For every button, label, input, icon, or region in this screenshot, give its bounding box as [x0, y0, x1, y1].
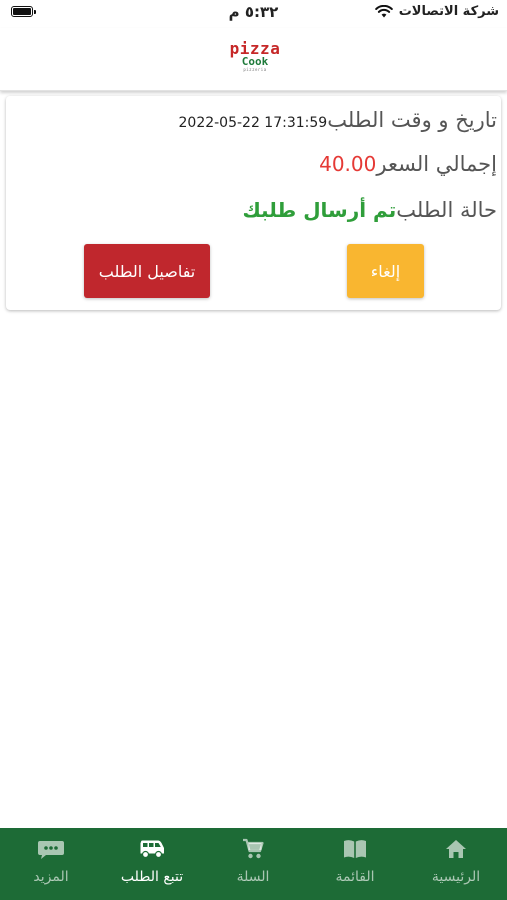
- order-date-row: تاريخ و وقت الطلب 2022-05-22 17:31:59: [179, 108, 498, 132]
- order-details-button[interactable]: تفاصيل الطلب: [84, 244, 210, 298]
- order-price-row: إجمالي السعر 40.00: [319, 152, 497, 176]
- tab-more-label: المزيد: [33, 869, 69, 885]
- carrier-group: شركة الاتصالات: [374, 4, 499, 19]
- tab-track-order[interactable]: تتبع الطلب: [102, 838, 202, 894]
- van-icon: [102, 838, 202, 860]
- bottom-tab-bar: الرئيسية القائمة السلة تتبع الطلب المزيد: [0, 828, 507, 900]
- pizza-cook-logo: pizza Cook pizzeria: [229, 41, 281, 77]
- order-price-label: إجمالي السعر: [376, 152, 497, 176]
- logo-tagline: pizzeria: [243, 67, 267, 72]
- order-status-label: حالة الطلب: [396, 198, 497, 222]
- cart-icon: [203, 838, 303, 860]
- book-icon: [305, 838, 405, 860]
- wifi-icon: [374, 5, 393, 18]
- order-date-label: تاريخ و وقت الطلب: [327, 108, 497, 132]
- tab-menu-label: القائمة: [335, 869, 375, 885]
- tab-more[interactable]: المزيد: [1, 838, 101, 894]
- order-price-value: 40.00: [319, 152, 377, 176]
- order-status-row: حالة الطلب تم أرسال طلبك: [242, 198, 497, 222]
- app-header: pizza Cook pizzeria: [0, 28, 507, 91]
- tab-menu[interactable]: القائمة: [305, 838, 405, 894]
- tab-cart-label: السلة: [236, 869, 270, 885]
- order-status-value: تم أرسال طلبك: [242, 198, 397, 222]
- carrier-name: شركة الاتصالات: [398, 4, 499, 19]
- status-bar: ٥:٣٢ م شركة الاتصالات: [0, 0, 507, 28]
- tab-home[interactable]: الرئيسية: [406, 838, 506, 894]
- order-card: تاريخ و وقت الطلب 2022-05-22 17:31:59 إج…: [6, 96, 501, 310]
- home-icon: [406, 838, 506, 860]
- more-icon: [1, 838, 101, 860]
- order-date-value: 2022-05-22 17:31:59: [178, 115, 328, 131]
- tab-track-order-label: تتبع الطلب: [120, 869, 184, 885]
- cancel-order-button[interactable]: إلغاء: [347, 244, 424, 298]
- tab-home-label: الرئيسية: [431, 869, 481, 885]
- tab-cart[interactable]: السلة: [203, 838, 303, 894]
